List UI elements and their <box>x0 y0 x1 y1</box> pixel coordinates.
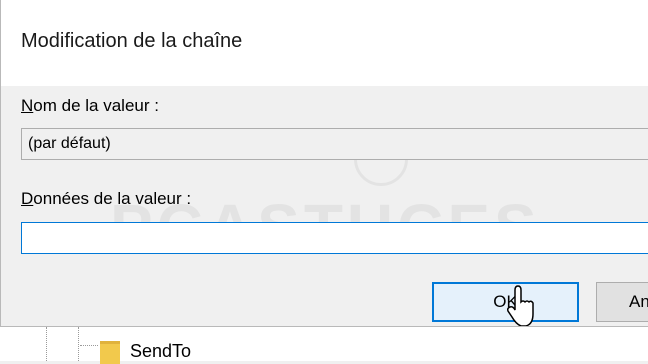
value-data-accelerator: D <box>21 189 34 208</box>
dialog-title: Modification de la chaîne <box>21 30 243 52</box>
value-name-accelerator: N <box>21 96 34 115</box>
cancel-button[interactable]: An <box>596 282 648 322</box>
value-data-label-text: onnées de la valeur : <box>33 189 192 208</box>
tree-line <box>46 327 48 361</box>
cancel-button-label: An <box>629 292 648 311</box>
value-name-label: Nom de la valeur : <box>21 96 159 116</box>
value-data-input[interactable] <box>21 222 648 254</box>
tree-line <box>78 327 80 361</box>
dialog-title-bar: Modification de la chaîne <box>0 0 648 86</box>
mouse-pointer-icon <box>507 285 534 327</box>
value-name-field[interactable]: (par défaut) <box>21 128 648 160</box>
folder-icon <box>100 341 120 364</box>
value-data-label: Données de la valeur : <box>21 189 191 209</box>
value-name-label-text: om de la valeur : <box>33 96 159 115</box>
tree-line <box>80 345 98 346</box>
registry-tree-strip: SendTo <box>0 326 648 364</box>
tree-item-sendto[interactable]: SendTo <box>130 341 191 362</box>
